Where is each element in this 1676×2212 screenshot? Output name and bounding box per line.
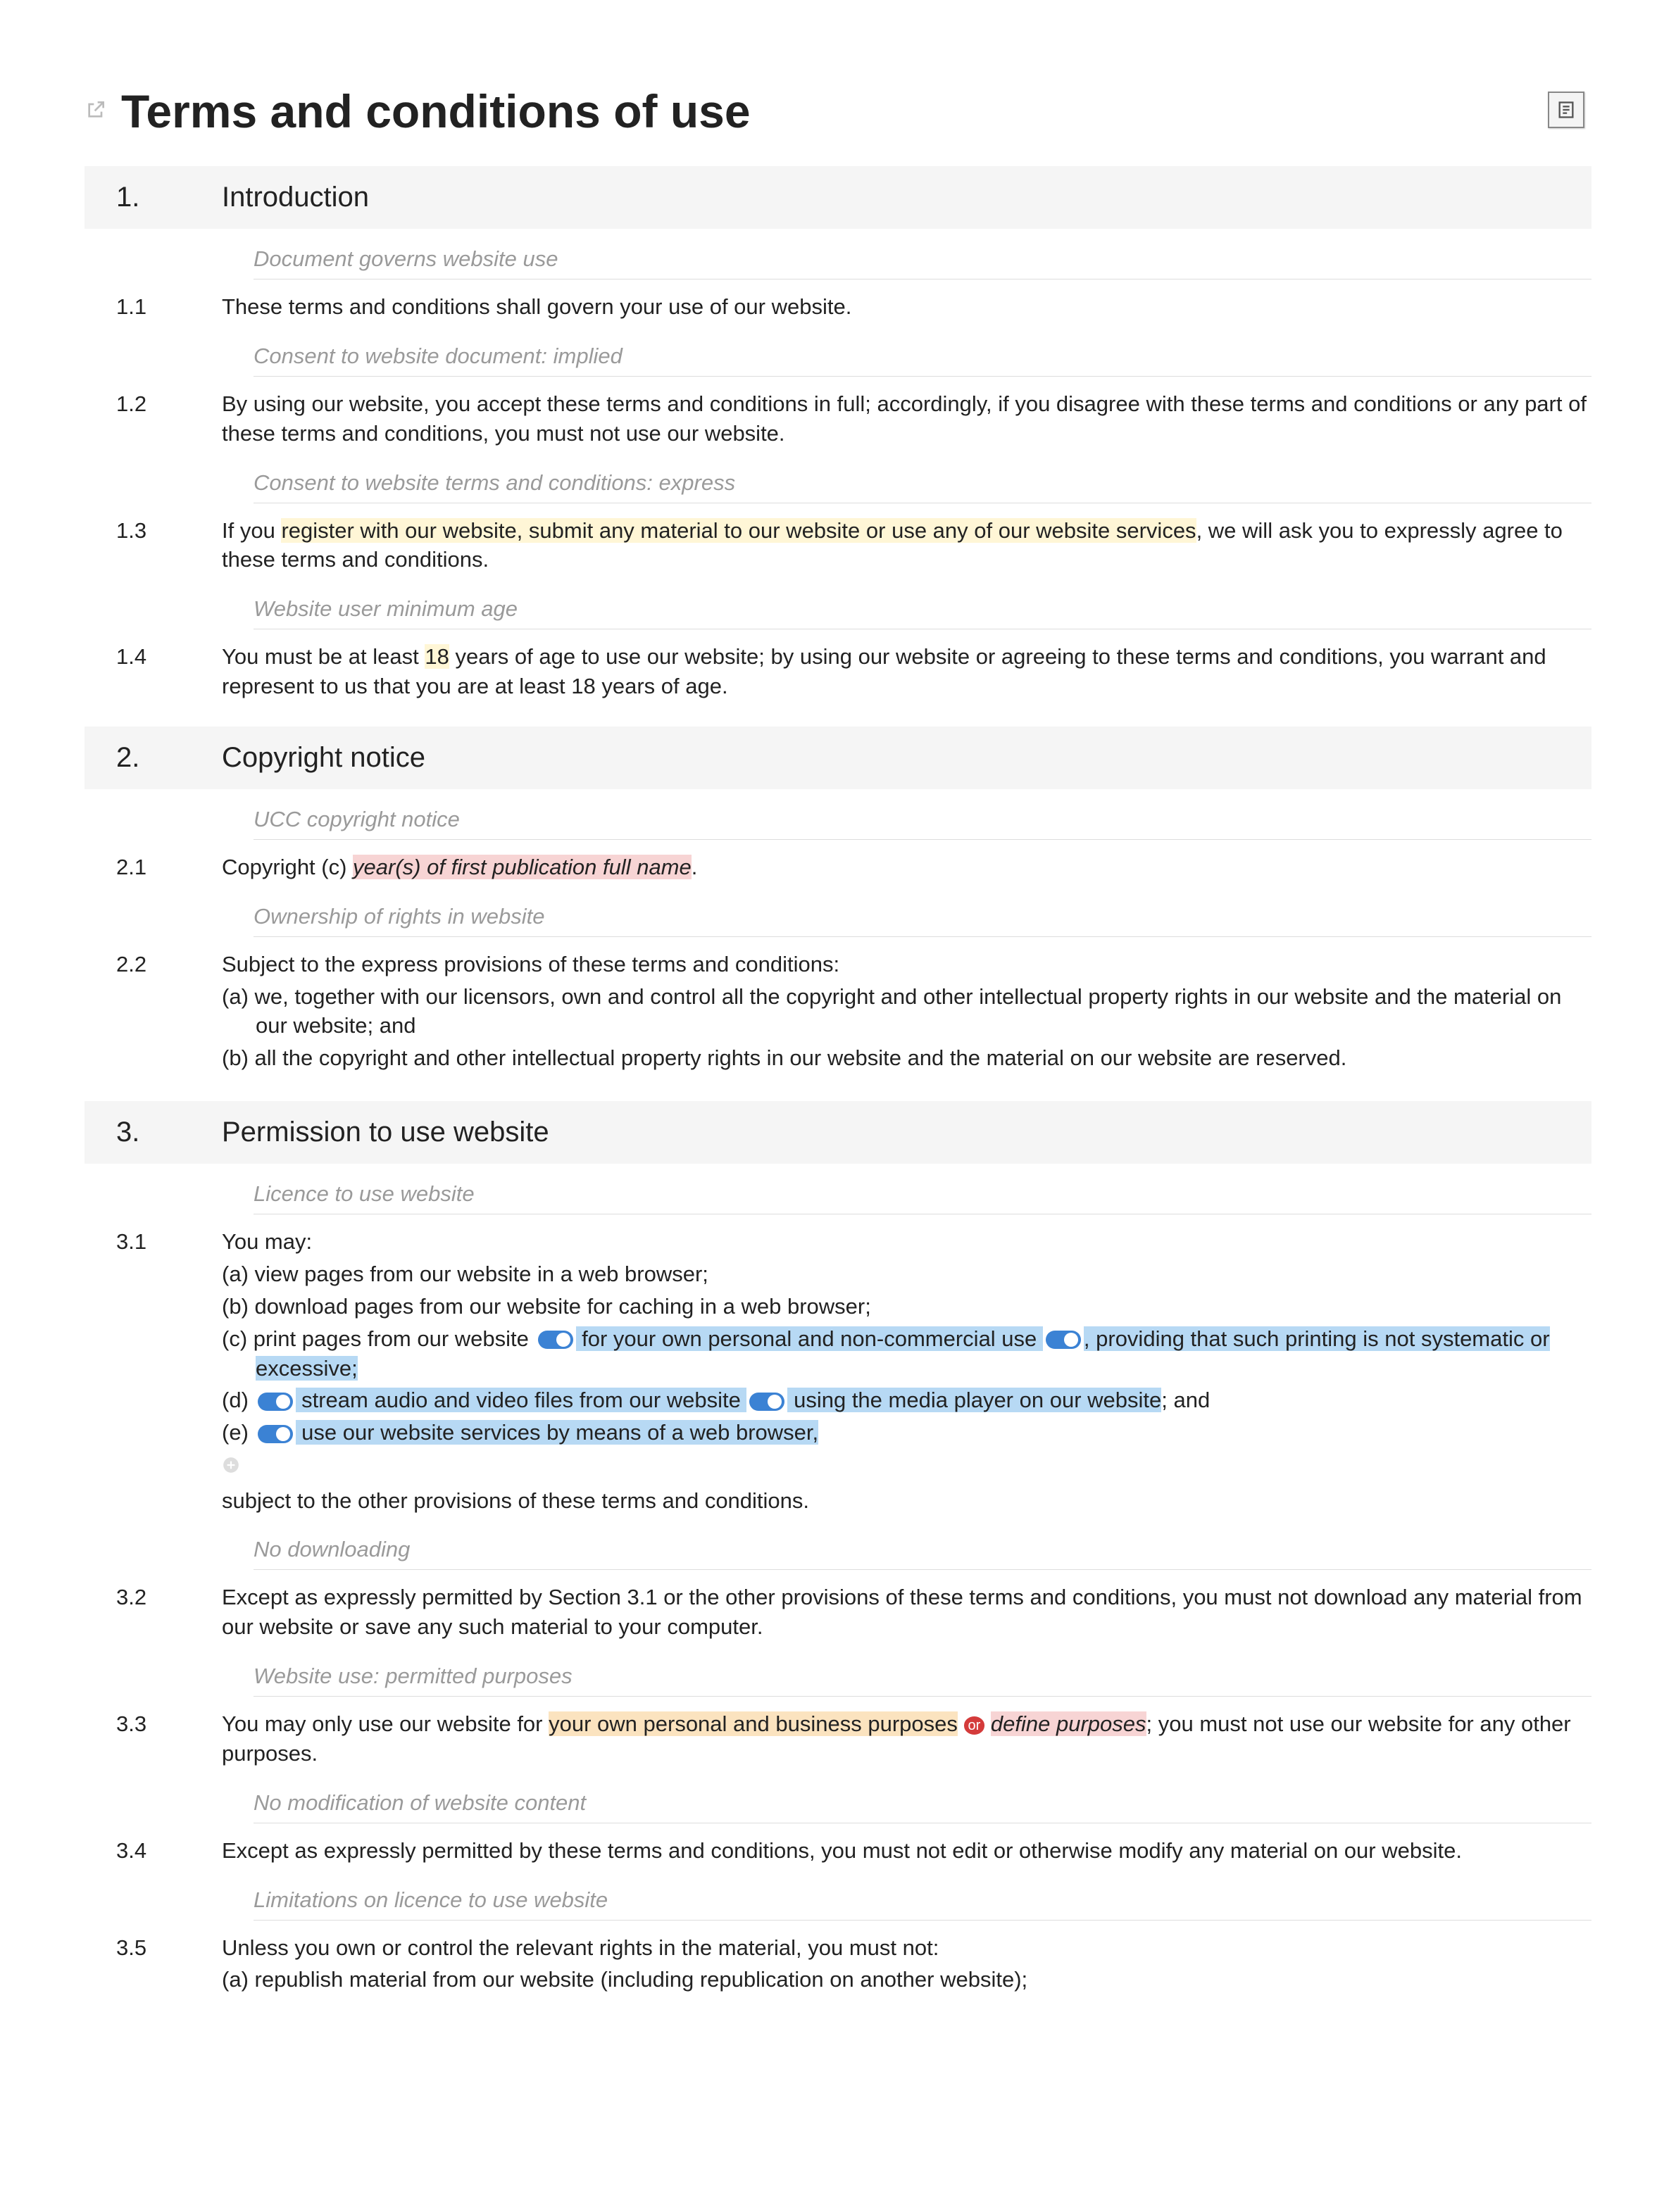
clause-number: 3.5 — [85, 1933, 162, 1998]
list-item: (b) download pages from our website for … — [222, 1292, 1591, 1321]
section-number: 3. — [85, 1117, 162, 1148]
clause-number: 1.1 — [85, 292, 162, 322]
subhead: UCC copyright notice — [254, 789, 1591, 840]
section-title: Permission to use website — [162, 1117, 549, 1148]
highlighted-text[interactable]: stream audio and video files from our we… — [296, 1388, 747, 1412]
subhead: Consent to website terms and conditions:… — [254, 453, 1591, 503]
toggle-switch[interactable] — [538, 1331, 573, 1349]
document-icon — [1556, 100, 1576, 120]
section-title: Copyright notice — [162, 742, 425, 774]
text: You may only use our website for — [222, 1711, 549, 1736]
list-item: (d) stream audio and video files from ou… — [222, 1385, 1591, 1415]
clause-3-1: 3.1 You may: (a) view pages from our web… — [85, 1220, 1591, 1519]
clause-number: 3.2 — [85, 1583, 162, 1642]
clause-number: 3.1 — [85, 1227, 162, 1515]
list-item: (a) we, together with our licensors, own… — [222, 982, 1591, 1041]
list-item: (a) republish material from our website … — [222, 1965, 1027, 1994]
clause-text: You may only use our website for your ow… — [162, 1709, 1591, 1768]
clause-1-3: 1.3 If you register with our website, su… — [85, 509, 1591, 579]
text: subject to the other provisions of these… — [222, 1488, 809, 1513]
highlighted-text[interactable]: use our website services by means of a w… — [296, 1420, 819, 1445]
list-item: (b) all the copyright and other intellec… — [222, 1043, 1591, 1073]
toggle-switch[interactable] — [258, 1425, 293, 1443]
section-2-header: 2. Copyright notice — [85, 727, 1591, 789]
clause-3-5: 3.5 Unless you own or control the releva… — [85, 1926, 1591, 2002]
subhead: Website use: permitted purposes — [254, 1646, 1591, 1697]
clause-3-3: 3.3 You may only use our website for you… — [85, 1702, 1591, 1773]
toggle-switch[interactable] — [258, 1393, 293, 1411]
toggle-switch[interactable] — [1046, 1331, 1081, 1349]
fill-in-field[interactable]: year(s) of first publication full name — [353, 855, 692, 879]
subhead: Document governs website use — [254, 229, 1591, 279]
clause-number: 1.2 — [85, 389, 162, 448]
text: Unless you own or control the relevant r… — [222, 1935, 939, 1960]
subhead: Website user minimum age — [254, 579, 1591, 629]
add-item-icon[interactable] — [222, 1450, 1591, 1486]
clause-3-4: 3.4 Except as expressly permitted by the… — [85, 1829, 1591, 1870]
highlighted-text[interactable]: 18 — [425, 644, 449, 669]
subhead: No downloading — [254, 1519, 1591, 1570]
external-link-icon[interactable] — [85, 99, 107, 125]
clause-text: If you register with our website, submit… — [162, 516, 1591, 575]
fill-in-field[interactable]: define purposes — [991, 1711, 1146, 1736]
highlighted-text[interactable]: for your own personal and non-commercial… — [576, 1326, 1043, 1351]
clause-text: By using our website, you accept these t… — [162, 389, 1591, 448]
clause-number: 2.2 — [85, 950, 162, 1076]
subhead: No modification of website content — [254, 1773, 1591, 1823]
clause-number: 1.4 — [85, 642, 162, 701]
clause-number: 2.1 — [85, 853, 162, 882]
section-number: 2. — [85, 742, 162, 774]
subhead: Consent to website document: implied — [254, 326, 1591, 377]
clause-text: These terms and conditions shall govern … — [162, 292, 851, 322]
section-title: Introduction — [162, 182, 369, 213]
clause-text: Except as expressly permitted by Section… — [162, 1583, 1591, 1642]
text: You may: — [222, 1229, 312, 1254]
text: (d) — [222, 1388, 255, 1412]
section-3-header: 3. Permission to use website — [85, 1101, 1591, 1164]
text: Copyright (c) — [222, 855, 353, 879]
subhead: Ownership of rights in website — [254, 886, 1591, 937]
clause-text: You must be at least 18 years of age to … — [162, 642, 1591, 701]
list-item: (a) view pages from our website in a web… — [222, 1259, 1591, 1289]
or-chip[interactable]: or — [964, 1716, 985, 1735]
list-item: (e) use our website services by means of… — [222, 1418, 1591, 1447]
clause-1-2: 1.2 By using our website, you accept the… — [85, 382, 1591, 453]
section-1-header: 1. Introduction — [85, 166, 1591, 229]
section-number: 1. — [85, 182, 162, 213]
clause-text: Subject to the express provisions of the… — [162, 950, 1591, 1076]
document-button[interactable] — [1548, 92, 1584, 128]
text: . — [692, 855, 698, 879]
page-title: Terms and conditions of use — [121, 84, 751, 138]
clause-text: Copyright (c) year(s) of first publicati… — [162, 853, 697, 882]
highlighted-text[interactable]: your own personal and business purposes — [549, 1711, 958, 1736]
highlighted-text[interactable]: register with our website, submit any ma… — [281, 518, 1196, 543]
clause-3-2: 3.2 Except as expressly permitted by Sec… — [85, 1576, 1591, 1646]
clause-text: Unless you own or control the relevant r… — [162, 1933, 1027, 1998]
clause-2-1: 2.1 Copyright (c) year(s) of first publi… — [85, 846, 1591, 886]
clause-text: You may: (a) view pages from our website… — [162, 1227, 1591, 1515]
text: You must be at least — [222, 644, 425, 669]
subhead: Limitations on licence to use website — [254, 1870, 1591, 1921]
clause-number: 3.4 — [85, 1836, 162, 1866]
text: ; and — [1161, 1388, 1210, 1412]
text: (e) — [222, 1420, 255, 1445]
clause-text: Except as expressly permitted by these t… — [162, 1836, 1462, 1866]
clause-1-4: 1.4 You must be at least 18 years of age… — [85, 635, 1591, 705]
clause-number: 1.3 — [85, 516, 162, 575]
text: (c) print pages from our website — [222, 1326, 535, 1351]
highlighted-text[interactable]: using the media player on our website — [787, 1388, 1161, 1412]
list-item: (c) print pages from our website for you… — [222, 1324, 1591, 1383]
clause-2-2: 2.2 Subject to the express provisions of… — [85, 943, 1591, 1080]
clause-number: 3.3 — [85, 1709, 162, 1768]
clause-1-1: 1.1 These terms and conditions shall gov… — [85, 285, 1591, 326]
toggle-switch[interactable] — [749, 1393, 784, 1411]
text: If you — [222, 518, 281, 543]
subhead: Licence to use website — [254, 1164, 1591, 1214]
text: Subject to the express provisions of the… — [222, 952, 839, 976]
